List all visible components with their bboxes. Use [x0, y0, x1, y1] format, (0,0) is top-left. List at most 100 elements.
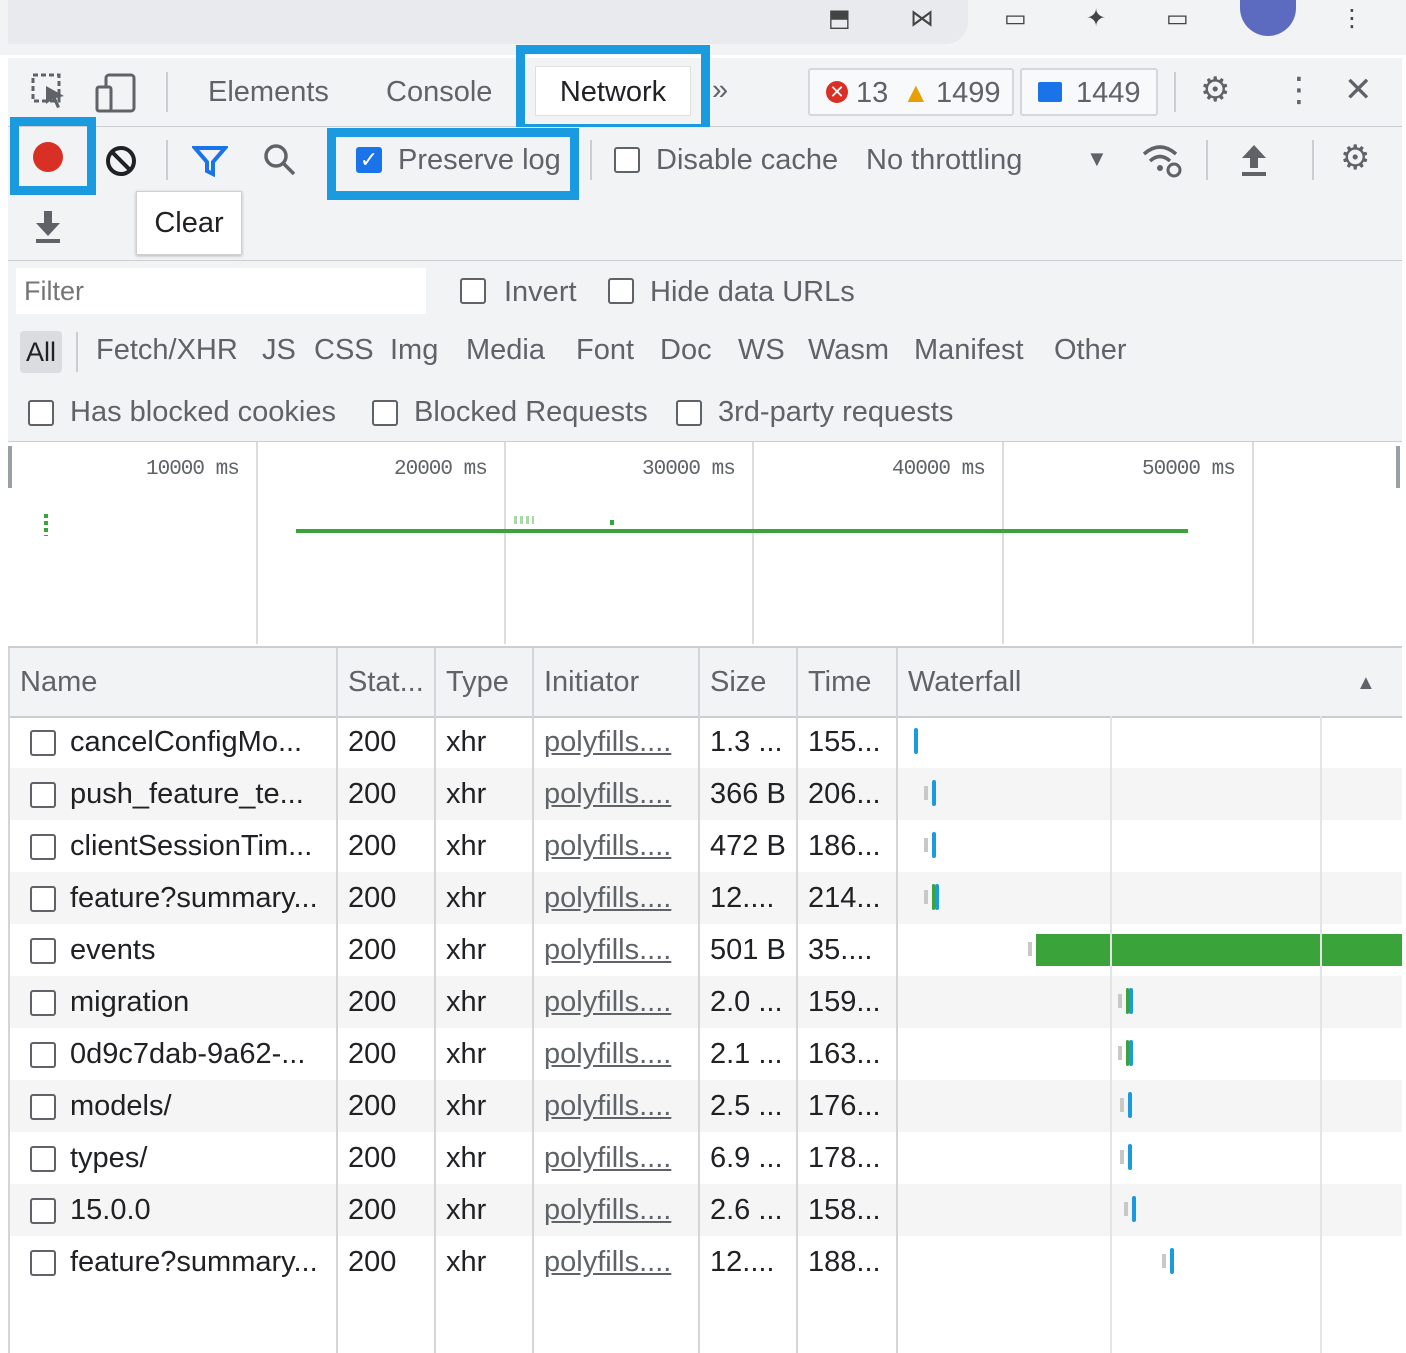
- sidepanel-icon[interactable]: ▭: [1166, 4, 1189, 33]
- inspect-element-icon[interactable]: [30, 72, 70, 112]
- waterfall-bar-long[interactable]: [1036, 934, 1402, 966]
- browser-menu-icon[interactable]: ⋮: [1340, 4, 1364, 33]
- row-checkbox[interactable]: [30, 1198, 56, 1224]
- filter-icon[interactable]: [192, 144, 228, 178]
- extension-icon[interactable]: ⋈: [910, 4, 934, 33]
- request-initiator-link[interactable]: polyfills....: [544, 726, 671, 759]
- waterfall-bar[interactable]: [1128, 1144, 1132, 1170]
- overview-left-handle[interactable]: [8, 446, 12, 488]
- waterfall-bar[interactable]: [932, 780, 936, 806]
- request-initiator-link[interactable]: polyfills....: [544, 882, 671, 915]
- waterfall-bar[interactable]: [1129, 1040, 1133, 1066]
- more-tabs-button[interactable]: »: [712, 74, 728, 107]
- column-divider[interactable]: [896, 648, 898, 1353]
- request-name[interactable]: 15.0.0: [70, 1194, 151, 1227]
- filter-input[interactable]: [16, 268, 426, 314]
- overview-right-handle[interactable]: [1396, 446, 1400, 488]
- invert-checkbox[interactable]: [460, 278, 486, 304]
- type-filter-fetch-xhr[interactable]: Fetch/XHR: [96, 334, 238, 367]
- table-row[interactable]: feature?summary... 200 xhr polyfills....…: [8, 872, 1402, 924]
- waterfall-bar[interactable]: [914, 728, 918, 754]
- has-blocked-cookies-checkbox[interactable]: [28, 400, 54, 426]
- type-filter-wasm[interactable]: Wasm: [808, 334, 889, 367]
- address-bar-edge[interactable]: [8, 0, 968, 44]
- export-har-icon[interactable]: [32, 208, 64, 244]
- messages-badge[interactable]: 1449: [1020, 68, 1158, 116]
- table-row[interactable]: push_feature_te... 200 xhr polyfills....…: [8, 768, 1402, 820]
- row-checkbox[interactable]: [30, 990, 56, 1016]
- request-name[interactable]: cancelConfigMo...: [70, 726, 302, 759]
- waterfall-bar[interactable]: [1132, 1196, 1136, 1222]
- table-row[interactable]: feature?summary... 200 xhr polyfills....…: [8, 1236, 1402, 1288]
- waterfall-bar[interactable]: [1170, 1248, 1174, 1274]
- column-header-name[interactable]: Name: [20, 666, 97, 699]
- type-filter-ws[interactable]: WS: [738, 334, 785, 367]
- column-header-waterfall[interactable]: Waterfall: [908, 666, 1021, 699]
- row-checkbox[interactable]: [30, 938, 56, 964]
- screenshot-icon[interactable]: ⬒: [828, 4, 851, 33]
- waterfall-bar[interactable]: [1128, 1092, 1132, 1118]
- row-checkbox[interactable]: [30, 1146, 56, 1172]
- waterfall-bar[interactable]: [935, 884, 939, 910]
- table-row[interactable]: clientSessionTim... 200 xhr polyfills...…: [8, 820, 1402, 872]
- request-name[interactable]: 0d9c7dab-9a62-...: [70, 1038, 305, 1071]
- type-filter-manifest[interactable]: Manifest: [914, 334, 1024, 367]
- device-toolbar-icon[interactable]: [94, 72, 138, 114]
- row-checkbox[interactable]: [30, 886, 56, 912]
- preserve-log-checkbox[interactable]: ✓: [356, 147, 382, 173]
- blocked-requests-checkbox[interactable]: [372, 400, 398, 426]
- network-settings-gear-icon[interactable]: ⚙: [1340, 138, 1370, 178]
- tab-elements[interactable]: Elements: [208, 76, 329, 109]
- table-row[interactable]: 0d9c7dab-9a62-... 200 xhr polyfills.... …: [8, 1028, 1402, 1080]
- request-name[interactable]: types/: [70, 1142, 147, 1175]
- type-filter-media[interactable]: Media: [466, 334, 545, 367]
- hide-data-urls-checkbox[interactable]: [608, 278, 634, 304]
- third-party-requests-checkbox[interactable]: [676, 400, 702, 426]
- row-checkbox[interactable]: [30, 1094, 56, 1120]
- type-filter-css[interactable]: CSS: [314, 334, 374, 367]
- request-name[interactable]: migration: [70, 986, 189, 1019]
- waterfall-bar[interactable]: [932, 832, 936, 858]
- throttling-select[interactable]: No throttling: [866, 144, 1022, 177]
- more-options-icon[interactable]: ⋮: [1282, 70, 1316, 110]
- type-filter-doc[interactable]: Doc: [660, 334, 712, 367]
- table-row[interactable]: events 200 xhr polyfills.... 501 B 35...…: [8, 924, 1402, 976]
- request-name[interactable]: feature?summary...: [70, 882, 318, 915]
- column-header-type[interactable]: Type: [446, 666, 509, 699]
- disable-cache-checkbox[interactable]: [614, 147, 640, 173]
- search-icon[interactable]: [262, 142, 298, 178]
- request-name[interactable]: feature?summary...: [70, 1246, 318, 1279]
- request-name[interactable]: events: [70, 934, 155, 967]
- request-name[interactable]: clientSessionTim...: [70, 830, 312, 863]
- request-name[interactable]: models/: [70, 1090, 172, 1123]
- type-filter-img[interactable]: Img: [390, 334, 438, 367]
- type-filter-all[interactable]: All: [20, 331, 62, 373]
- puzzle-icon[interactable]: ✦: [1086, 4, 1106, 33]
- request-initiator-link[interactable]: polyfills....: [544, 778, 671, 811]
- type-filter-js[interactable]: JS: [262, 334, 296, 367]
- column-divider[interactable]: [532, 648, 534, 1353]
- tab-console[interactable]: Console: [386, 76, 492, 109]
- network-conditions-icon[interactable]: [1140, 140, 1184, 180]
- table-row[interactable]: models/ 200 xhr polyfills.... 2.5 ... 17…: [8, 1080, 1402, 1132]
- tab-network[interactable]: Network: [535, 66, 691, 116]
- column-divider[interactable]: [698, 648, 700, 1353]
- row-checkbox[interactable]: [30, 730, 56, 756]
- avatar[interactable]: [1240, 0, 1296, 36]
- row-checkbox[interactable]: [30, 834, 56, 860]
- chevron-down-icon[interactable]: ▼: [1086, 146, 1108, 172]
- column-divider[interactable]: [796, 648, 798, 1353]
- table-row[interactable]: cancelConfigMo... 200 xhr polyfills.... …: [8, 716, 1402, 768]
- sort-ascending-icon[interactable]: ▲: [1356, 672, 1376, 695]
- request-initiator-link[interactable]: polyfills....: [544, 934, 671, 967]
- request-name[interactable]: push_feature_te...: [70, 778, 304, 811]
- clear-icon[interactable]: [104, 144, 138, 178]
- import-har-icon[interactable]: [1238, 142, 1270, 178]
- column-header-status[interactable]: Stat...: [348, 666, 424, 699]
- record-button[interactable]: [33, 142, 63, 172]
- settings-gear-icon[interactable]: ⚙: [1200, 70, 1230, 110]
- column-header-size[interactable]: Size: [710, 666, 766, 699]
- table-row[interactable]: migration 200 xhr polyfills.... 2.0 ... …: [8, 976, 1402, 1028]
- close-icon[interactable]: ✕: [1344, 70, 1373, 110]
- cast-icon[interactable]: ▭: [1004, 4, 1027, 33]
